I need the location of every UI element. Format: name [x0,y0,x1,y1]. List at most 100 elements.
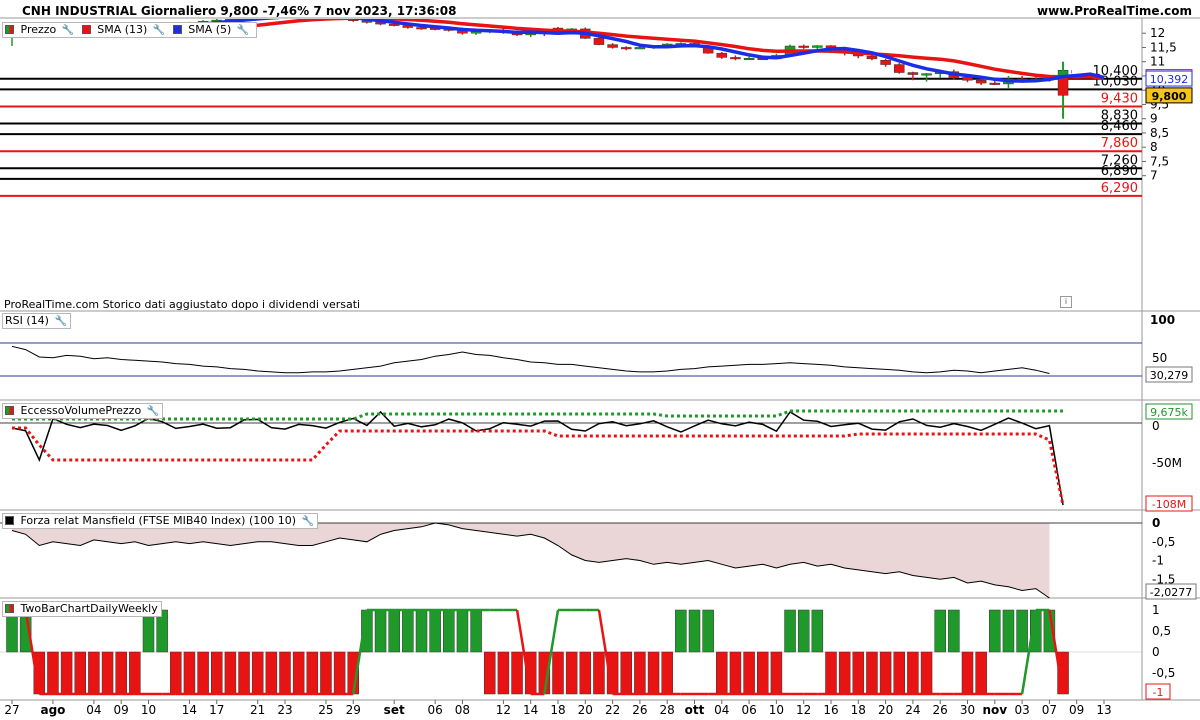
legend-price[interactable]: Prezzo 🔧 [5,23,74,38]
x-axis-label: 14 [182,703,197,717]
twobar-daily-bar [907,651,919,695]
x-axis-label: 09 [114,703,129,717]
twobar-daily-bar [893,651,905,695]
candle-body [593,38,605,45]
twobar-legend[interactable]: TwoBarChartDailyWeekly [2,601,162,617]
wrench-icon[interactable]: 🔧 [153,24,165,38]
sma13-swatch [81,25,91,34]
x-axis-label: 10 [141,703,156,717]
x-axis-label: nov [982,703,1007,717]
twobar-daily-bar [620,651,632,695]
source-link[interactable]: www.ProRealTime.com [1037,4,1192,18]
price-axis-label: 7 [1150,169,1158,183]
wrench-icon[interactable]: 🔧 [302,515,314,529]
x-axis-label: 20 [578,703,593,717]
x-axis-label: 30 [960,703,975,717]
legend-twobar-label: TwoBarChartDailyWeekly [20,602,158,615]
twobar-daily-bar [647,651,660,695]
twobar-daily-bar [716,651,728,695]
legend-sma13[interactable]: SMA (13) 🔧 [81,23,165,38]
legend-mansfield-label: Forza relat Mansfield (FTSE MIB40 Index)… [20,514,297,527]
wrench-icon[interactable]: 🔧 [147,405,159,419]
twobar-daily-bar [320,651,332,695]
x-axis-label: 16 [823,703,838,717]
x-axis-label: 17 [209,703,224,717]
twobar-daily-bar [661,651,673,695]
price-axis-label: 8,5 [1150,126,1169,140]
twobar-daily-bar [388,609,400,653]
twobar-daily-bar [743,651,755,695]
price-axis-label: 12 [1150,26,1165,40]
volume-upper-band [12,409,1063,421]
candle-body [416,27,427,30]
twobar-daily-bar [784,609,796,653]
twobar-daily-bar [838,651,851,695]
mansfield-legend[interactable]: Forza relat Mansfield (FTSE MIB40 Index)… [2,513,318,529]
candle-body [894,64,905,73]
chart-canvas: 1211,51110,5109,598,587,5710,40010,0309,… [0,17,1200,717]
twobar-daily-bar [1016,609,1028,653]
x-axis-label: 14 [523,703,538,717]
candle-body [716,52,728,58]
twobar-daily-bar [60,651,73,695]
rsi-badge-label: 30,279 [1150,369,1189,382]
price-legend[interactable]: Prezzo 🔧 SMA (13) 🔧 SMA (5) 🔧 [2,22,258,38]
wrench-icon[interactable]: 🔧 [54,315,66,329]
x-axis-label: 04 [86,703,101,717]
chart-header: CNH INDUSTRIAL Giornaliero 9,800 -7,46% … [0,0,1200,20]
level-label: 7,860 [1101,136,1138,151]
price-axis-label: 8 [1150,140,1158,154]
level-label: 6,290 [1101,181,1138,196]
twobar-daily-bar [688,609,701,653]
twobar-daily-bar [333,651,346,695]
price-badge-label: 9,800 [1152,90,1187,103]
legend-sma5-label: SMA (5) [188,23,232,36]
wrench-icon[interactable]: 🔧 [62,24,74,38]
x-axis-label: 26 [933,703,948,717]
mansfield-axis-label: -1 [1152,554,1164,568]
volume-legend[interactable]: EccessoVolumePrezzo 🔧 [2,403,164,419]
level-label: 9,430 [1101,91,1138,106]
twobar-daily-bar [797,609,810,653]
x-axis-label: 12 [496,703,511,717]
sma5-swatch [172,25,182,34]
twobar-daily-bar [934,609,946,653]
twobar-daily-bar [251,651,264,695]
twobar-daily-bar [115,651,127,695]
twobar-daily-bar [579,651,592,695]
volume-swatch-icon [5,406,14,415]
legend-sma5[interactable]: SMA (5) 🔧 [172,23,249,38]
twobar-axis-label: 0,5 [1152,624,1171,638]
twobar-daily-bar [757,651,769,695]
twobar-daily-bar [101,651,114,695]
mansfield-badge-label: -2,0277 [1150,586,1192,599]
volume-excess-line [11,410,1064,506]
twobar-daily-bar [129,651,141,695]
wrench-icon[interactable]: 🔧 [237,24,249,38]
candle-body [634,47,646,50]
volume-axis-label: -50M [1152,456,1182,470]
twobar-daily-bar [374,609,387,653]
x-axis-label: 18 [550,703,565,717]
candle-body [743,58,755,61]
info-icon[interactable]: i [1060,296,1072,308]
twobar-daily-bar [429,609,441,653]
candle-body [1071,70,1072,74]
x-axis-label: 12 [796,703,811,717]
x-axis-label: 23 [277,703,292,717]
x-axis-label: set [384,703,405,717]
twobar-daily-bar [402,609,414,653]
x-axis-label: 26 [632,703,647,717]
twobar-daily-bar [975,651,987,695]
mansfield-axis-label: 0 [1152,516,1160,530]
twobar-daily-bar [197,651,209,695]
candle-body [921,73,932,76]
x-axis-label: 06 [428,703,443,717]
twobar-daily-bar [306,651,319,695]
rsi-legend[interactable]: RSI (14) 🔧 [2,313,71,329]
price-axis-label: 9 [1150,112,1158,126]
legend-volume-label: EccessoVolumePrezzo [20,404,142,417]
twobar-daily-bar [511,651,523,695]
twobar-daily-bar [211,651,223,695]
x-axis-label: 21 [250,703,265,717]
